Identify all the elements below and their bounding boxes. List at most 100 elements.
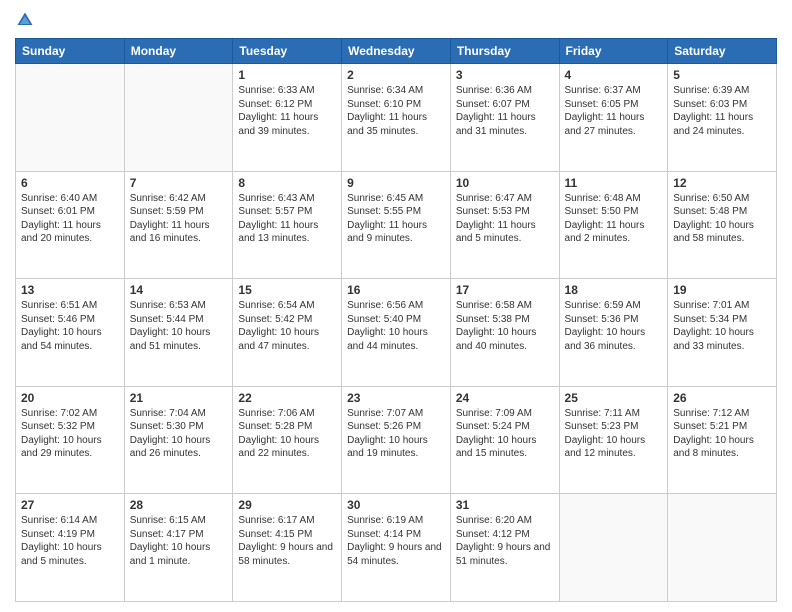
day-number: 24 [456,391,554,405]
cell-content: Sunrise: 6:40 AMSunset: 6:01 PMDaylight:… [21,192,119,246]
weekday-header-friday: Friday [559,39,668,64]
cell-content: Sunrise: 6:15 AMSunset: 4:17 PMDaylight:… [130,514,228,568]
cell-content: Sunrise: 6:58 AMSunset: 5:38 PMDaylight:… [456,299,554,353]
calendar-table: SundayMondayTuesdayWednesdayThursdayFrid… [15,38,777,602]
calendar-cell: 21 Sunrise: 7:04 AMSunset: 5:30 PMDayligh… [124,386,233,494]
weekday-header-monday: Monday [124,39,233,64]
calendar-cell: 13 Sunrise: 6:51 AMSunset: 5:46 PMDayligh… [16,279,125,387]
calendar-cell: 27 Sunrise: 6:14 AMSunset: 4:19 PMDayligh… [16,494,125,602]
day-number: 17 [456,283,554,297]
cell-content: Sunrise: 6:51 AMSunset: 5:46 PMDaylight:… [21,299,119,353]
calendar-cell: 25 Sunrise: 7:11 AMSunset: 5:23 PMDayligh… [559,386,668,494]
cell-content: Sunrise: 7:07 AMSunset: 5:26 PMDaylight:… [347,407,445,461]
calendar-cell: 30 Sunrise: 6:19 AMSunset: 4:14 PMDayligh… [342,494,451,602]
day-number: 19 [673,283,771,297]
day-number: 1 [238,68,336,82]
day-number: 28 [130,498,228,512]
calendar-cell: 10 Sunrise: 6:47 AMSunset: 5:53 PMDayligh… [450,171,559,279]
day-number: 4 [565,68,663,82]
week-row-3: 13 Sunrise: 6:51 AMSunset: 5:46 PMDayligh… [16,279,777,387]
calendar-cell: 6 Sunrise: 6:40 AMSunset: 6:01 PMDaylight… [16,171,125,279]
cell-content: Sunrise: 7:06 AMSunset: 5:28 PMDaylight:… [238,407,336,461]
calendar-cell: 9 Sunrise: 6:45 AMSunset: 5:55 PMDaylight… [342,171,451,279]
calendar-cell [16,64,125,172]
calendar-cell: 26 Sunrise: 7:12 AMSunset: 5:21 PMDayligh… [668,386,777,494]
weekday-header-saturday: Saturday [668,39,777,64]
cell-content: Sunrise: 6:53 AMSunset: 5:44 PMDaylight:… [130,299,228,353]
calendar-cell: 1 Sunrise: 6:33 AMSunset: 6:12 PMDaylight… [233,64,342,172]
day-number: 9 [347,176,445,190]
calendar-cell: 24 Sunrise: 7:09 AMSunset: 5:24 PMDayligh… [450,386,559,494]
calendar-cell [668,494,777,602]
day-number: 12 [673,176,771,190]
cell-content: Sunrise: 7:09 AMSunset: 5:24 PMDaylight:… [456,407,554,461]
cell-content: Sunrise: 6:36 AMSunset: 6:07 PMDaylight:… [456,84,554,138]
calendar-cell: 14Sunrise: 6:53 AMSunset: 5:44 PMDayligh… [124,279,233,387]
cell-content: Sunrise: 7:01 AMSunset: 5:34 PMDaylight:… [673,299,771,353]
weekday-header-tuesday: Tuesday [233,39,342,64]
calendar-cell: 22 Sunrise: 7:06 AMSunset: 5:28 PMDayligh… [233,386,342,494]
day-number: 20 [21,391,119,405]
day-number: 13 [21,283,119,297]
day-number: 10 [456,176,554,190]
calendar-cell [559,494,668,602]
cell-content: Sunrise: 6:39 AMSunset: 6:03 PMDaylight:… [673,84,771,138]
cell-content: Sunrise: 7:12 AMSunset: 5:21 PMDaylight:… [673,407,771,461]
calendar-cell: 20Sunrise: 7:02 AMSunset: 5:32 PMDayligh… [16,386,125,494]
cell-content: Sunrise: 6:33 AMSunset: 6:12 PMDaylight:… [238,84,336,138]
week-row-2: 6 Sunrise: 6:40 AMSunset: 6:01 PMDaylight… [16,171,777,279]
logo-icon [15,10,35,30]
calendar-cell: 4Sunrise: 6:37 AMSunset: 6:05 PMDaylight… [559,64,668,172]
cell-content: Sunrise: 6:17 AMSunset: 4:15 PMDaylight:… [238,514,336,568]
day-number: 7 [130,176,228,190]
cell-content: Sunrise: 6:45 AMSunset: 5:55 PMDaylight:… [347,192,445,246]
cell-content: Sunrise: 6:43 AMSunset: 5:57 PMDaylight:… [238,192,336,246]
day-number: 21 [130,391,228,405]
calendar-cell: 19 Sunrise: 7:01 AMSunset: 5:34 PMDayligh… [668,279,777,387]
cell-content: Sunrise: 7:04 AMSunset: 5:30 PMDaylight:… [130,407,228,461]
calendar-cell: 16 Sunrise: 6:56 AMSunset: 5:40 PMDayligh… [342,279,451,387]
week-row-4: 20Sunrise: 7:02 AMSunset: 5:32 PMDayligh… [16,386,777,494]
calendar-cell: 18 Sunrise: 6:59 AMSunset: 5:36 PMDayligh… [559,279,668,387]
calendar-cell: 11Sunrise: 6:48 AMSunset: 5:50 PMDayligh… [559,171,668,279]
cell-content: Sunrise: 6:42 AMSunset: 5:59 PMDaylight:… [130,192,228,246]
cell-content: Sunrise: 6:47 AMSunset: 5:53 PMDaylight:… [456,192,554,246]
day-number: 6 [21,176,119,190]
cell-content: Sunrise: 6:19 AMSunset: 4:14 PMDaylight:… [347,514,445,568]
day-number: 15 [238,283,336,297]
cell-content: Sunrise: 6:56 AMSunset: 5:40 PMDaylight:… [347,299,445,353]
day-number: 16 [347,283,445,297]
cell-content: Sunrise: 6:59 AMSunset: 5:36 PMDaylight:… [565,299,663,353]
weekday-header-wednesday: Wednesday [342,39,451,64]
calendar-cell: 5Sunrise: 6:39 AMSunset: 6:03 PMDaylight… [668,64,777,172]
day-number: 22 [238,391,336,405]
cell-content: Sunrise: 6:20 AMSunset: 4:12 PMDaylight:… [456,514,554,568]
calendar-cell: 7 Sunrise: 6:42 AMSunset: 5:59 PMDaylight… [124,171,233,279]
weekday-header-thursday: Thursday [450,39,559,64]
day-number: 26 [673,391,771,405]
cell-content: Sunrise: 6:54 AMSunset: 5:42 PMDaylight:… [238,299,336,353]
calendar-cell: 2Sunrise: 6:34 AMSunset: 6:10 PMDaylight… [342,64,451,172]
cell-content: Sunrise: 6:50 AMSunset: 5:48 PMDaylight:… [673,192,771,246]
calendar-cell: 8Sunrise: 6:43 AMSunset: 5:57 PMDaylight… [233,171,342,279]
header [15,10,777,30]
day-number: 11 [565,176,663,190]
day-number: 18 [565,283,663,297]
day-number: 2 [347,68,445,82]
day-number: 3 [456,68,554,82]
day-number: 27 [21,498,119,512]
calendar-cell: 31Sunrise: 6:20 AMSunset: 4:12 PMDayligh… [450,494,559,602]
day-number: 30 [347,498,445,512]
calendar-cell: 12 Sunrise: 6:50 AMSunset: 5:48 PMDayligh… [668,171,777,279]
cell-content: Sunrise: 6:14 AMSunset: 4:19 PMDaylight:… [21,514,119,568]
calendar-cell: 29 Sunrise: 6:17 AMSunset: 4:15 PMDayligh… [233,494,342,602]
day-number: 25 [565,391,663,405]
calendar-cell: 28 Sunrise: 6:15 AMSunset: 4:17 PMDayligh… [124,494,233,602]
calendar-cell: 17 Sunrise: 6:58 AMSunset: 5:38 PMDayligh… [450,279,559,387]
logo [15,10,39,30]
weekday-header-sunday: Sunday [16,39,125,64]
cell-content: Sunrise: 7:11 AMSunset: 5:23 PMDaylight:… [565,407,663,461]
calendar-cell [124,64,233,172]
calendar-cell: 15 Sunrise: 6:54 AMSunset: 5:42 PMDayligh… [233,279,342,387]
day-number: 29 [238,498,336,512]
